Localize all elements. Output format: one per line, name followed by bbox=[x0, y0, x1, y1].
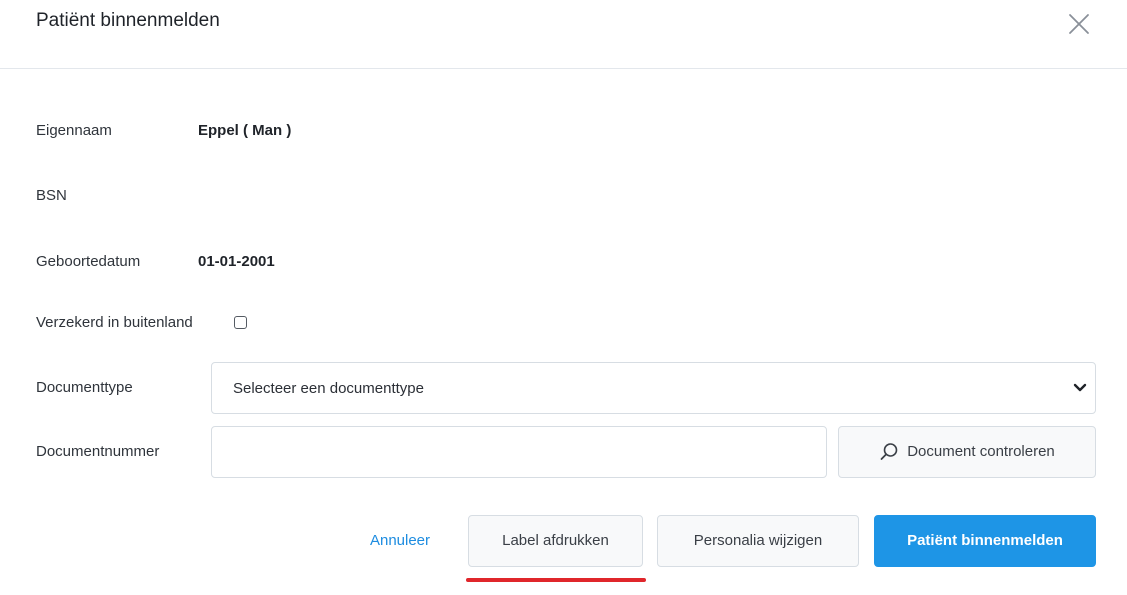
dialog-header: Patiënt binnenmelden bbox=[0, 0, 1127, 69]
patient-binnenmelden-button[interactable]: Patiënt binnenmelden bbox=[874, 515, 1096, 567]
highlight-underline bbox=[466, 578, 646, 582]
dialog-title: Patiënt binnenmelden bbox=[36, 10, 220, 31]
verzekerd-buitenland-checkbox[interactable] bbox=[234, 316, 247, 329]
search-icon bbox=[880, 443, 898, 460]
documenttype-label: Documenttype bbox=[36, 379, 133, 396]
eigennaam-value: Eppel ( Man ) bbox=[198, 122, 292, 139]
personalia-wijzigen-button[interactable]: Personalia wijzigen bbox=[657, 515, 859, 567]
close-icon bbox=[1069, 14, 1089, 34]
document-controleren-label: Document controleren bbox=[907, 443, 1055, 460]
verzekerd-buitenland-label: Verzekerd in buitenland bbox=[36, 314, 193, 331]
eigennaam-label: Eigennaam bbox=[36, 122, 112, 139]
bsn-label: BSN bbox=[36, 187, 67, 204]
documenttype-selected-value: Selecteer een documenttype bbox=[233, 380, 424, 397]
label-afdrukken-button[interactable]: Label afdrukken bbox=[468, 515, 643, 567]
annuleer-button[interactable]: Annuleer bbox=[352, 515, 448, 567]
geboortedatum-value: 01-01-2001 bbox=[198, 253, 275, 270]
documentnummer-label: Documentnummer bbox=[36, 443, 160, 460]
geboortedatum-label: Geboortedatum bbox=[36, 253, 141, 270]
documentnummer-input[interactable] bbox=[211, 426, 827, 478]
document-controleren-button[interactable]: Document controleren bbox=[838, 426, 1096, 478]
close-button[interactable] bbox=[1068, 13, 1090, 35]
documenttype-select[interactable]: Selecteer een documenttype bbox=[211, 362, 1096, 414]
chevron-down-icon bbox=[1073, 383, 1087, 392]
patient-checkin-dialog: Patiënt binnenmelden Eigennaam Eppel ( M… bbox=[0, 0, 1127, 595]
